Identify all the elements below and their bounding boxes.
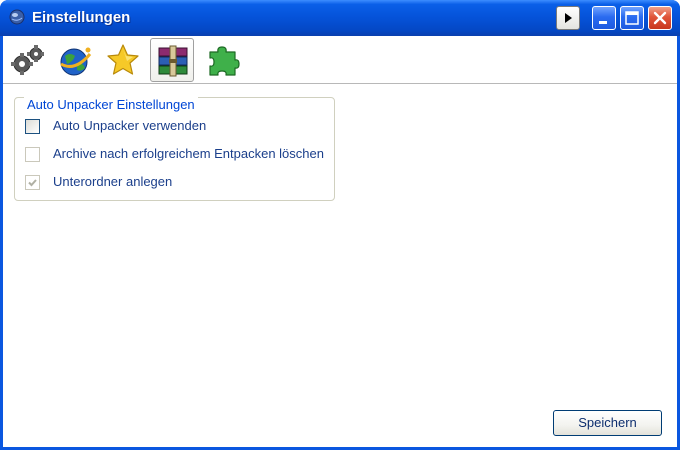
option-delete-archives[interactable]: Archive nach erfolgreichem Entpacken lös… [25,146,330,163]
close-button[interactable] [648,6,672,30]
globe-satellite-icon [60,47,92,76]
checkbox-delete-archives[interactable] [25,147,40,162]
label-use-auto-unpacker: Auto Unpacker verwenden [53,118,207,133]
puzzle-icon [209,46,240,76]
close-icon [653,11,667,25]
star-icon [107,44,139,75]
label-delete-archives: Archive nach erfolgreichem Entpacken lös… [53,146,324,161]
title-bar[interactable]: Einstellungen [0,0,680,36]
maximize-button[interactable] [620,6,644,30]
play-button[interactable] [556,6,580,30]
save-button[interactable]: Speichern [553,410,662,436]
toolbar-plugins-button[interactable] [201,38,245,82]
auto-unpacker-legend: Auto Unpacker Einstellungen [24,97,198,112]
toolbar-favorites-button[interactable] [101,38,145,82]
play-icon [565,13,572,23]
settings-window: Einstellungen Auto Unpacker Einstellunge… [0,0,680,450]
option-use-auto-unpacker[interactable]: Auto Unpacker verwenden [25,118,325,135]
window-title: Einstellungen [32,9,131,26]
checkbox-create-subfolder[interactable] [25,175,40,190]
client-area: Auto Unpacker Einstellungen Auto Unpacke… [3,36,677,447]
toolbar-general-button[interactable] [6,38,50,82]
checkbox-use-auto-unpacker[interactable] [25,119,40,134]
maximize-icon [625,11,639,25]
globe-icon [9,9,25,25]
winrar-books-icon [158,45,188,77]
gears-icon [11,45,44,75]
option-create-subfolder[interactable]: Unterordner anlegen [25,174,225,191]
toolbar-unpacker-button[interactable] [150,38,194,82]
toolbar-network-button[interactable] [53,38,97,82]
minimize-icon [599,21,607,24]
minimize-button[interactable] [592,6,616,30]
label-create-subfolder: Unterordner anlegen [53,174,173,189]
settings-toolbar [3,36,677,84]
checkmark-icon [28,179,37,187]
